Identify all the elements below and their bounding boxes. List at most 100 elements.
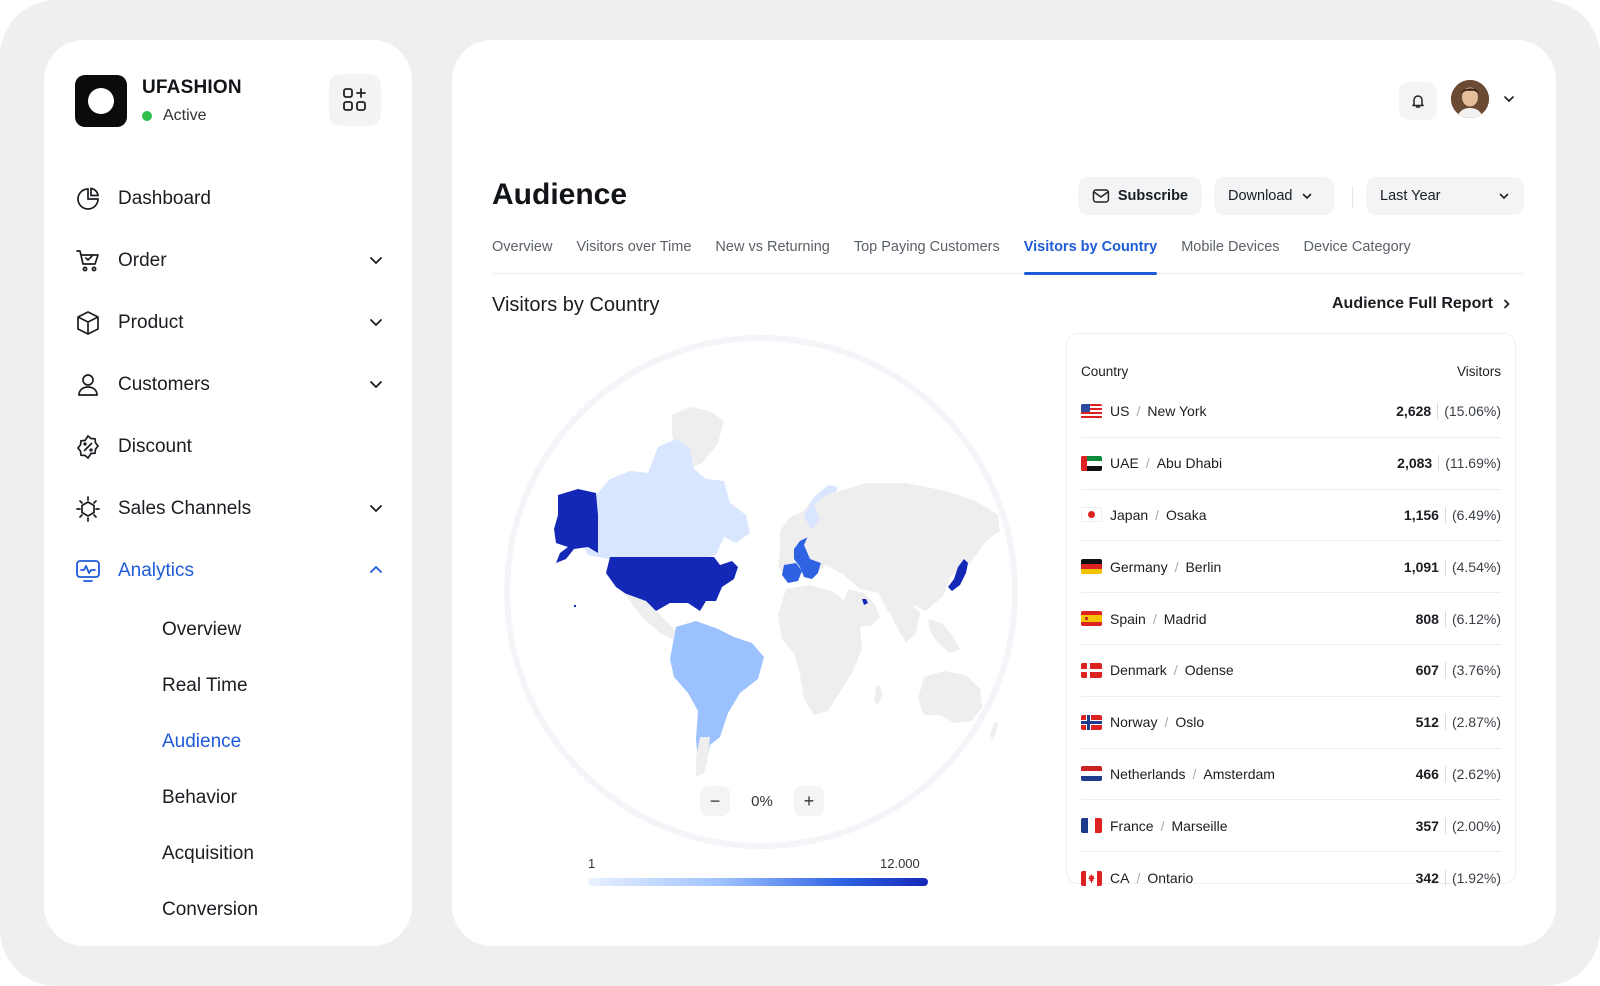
submenu-item-real-time[interactable]: Real Time [162, 658, 384, 714]
brand-logo [75, 75, 127, 127]
table-row[interactable]: US / New York 2,628 (15.06%) [1081, 386, 1501, 438]
column-header-country: Country [1081, 364, 1129, 379]
brand-status: Active [142, 107, 242, 125]
flag-dk-icon [1081, 662, 1102, 678]
analytics-submenu: Overview Real Time Audience Behavior Acq… [74, 602, 384, 938]
table-row[interactable]: Spain / Madrid 808 (6.12%) [1081, 593, 1501, 645]
tab-mobile-devices[interactable]: Mobile Devices [1181, 236, 1279, 274]
row-percentage: (2.00%) [1451, 817, 1501, 834]
sidebar-item-analytics[interactable]: Analytics [74, 540, 384, 602]
sidebar-item-dashboard[interactable]: Dashboard [74, 168, 384, 230]
row-country: UAE [1110, 455, 1139, 472]
chevron-right-icon [1504, 299, 1510, 309]
table-row[interactable]: CA / Ontario 342 (1.92%) [1081, 852, 1501, 904]
divider [1444, 662, 1446, 679]
sidebar-item-label: Customers [118, 374, 210, 395]
sidebar-item-label: Product [118, 312, 184, 333]
row-separator: / [1173, 662, 1178, 679]
submenu-item-overview[interactable]: Overview [162, 602, 384, 658]
brand: UFASHION Active [75, 75, 242, 127]
row-visitors: 1,156 [1403, 506, 1439, 523]
row-visitors: 2,628 [1396, 403, 1432, 420]
map-zoom-controls: − 0% + [700, 786, 824, 816]
period-select[interactable]: Last Year [1366, 177, 1524, 215]
tab-top-paying-customers[interactable]: Top Paying Customers [854, 236, 1000, 274]
row-visitors: 466 [1415, 765, 1439, 782]
table-row[interactable]: France / Marseille 357 (2.00%) [1081, 800, 1501, 853]
row-city: Berlin [1185, 558, 1222, 575]
main-panel: Audience Subscribe Download Last Year Ov… [452, 40, 1556, 946]
row-city: Odense [1184, 662, 1234, 679]
flag-ca-icon [1081, 870, 1102, 886]
sidebar-item-discount[interactable]: Discount [74, 416, 384, 478]
chevron-up-icon[interactable] [368, 562, 384, 584]
row-percentage: (6.12%) [1451, 610, 1501, 627]
full-report-link[interactable]: Audience Full Report [1332, 295, 1513, 313]
row-country: US [1110, 403, 1130, 420]
submenu-item-acquisition[interactable]: Acquisition [162, 826, 384, 882]
chevron-down-icon[interactable] [368, 500, 384, 522]
pie-chart-icon [74, 185, 102, 213]
subscribe-button[interactable]: Subscribe [1078, 177, 1202, 215]
submenu-item-conversion[interactable]: Conversion [162, 882, 384, 938]
submenu-item-audience[interactable]: Audience [162, 714, 384, 770]
table-row[interactable]: UAE / Abu Dhabi 2,083 (11.69%) [1081, 438, 1501, 490]
row-country: Netherlands [1110, 765, 1186, 782]
zoom-out-button[interactable]: − [700, 786, 730, 816]
sidebar-nav: Dashboard Order Product Customers Discou… [74, 168, 384, 938]
cart-icon [74, 247, 102, 275]
row-separator: / [1174, 558, 1179, 575]
row-city: Ontario [1147, 870, 1194, 887]
chevron-down-icon[interactable] [368, 314, 384, 336]
tab-overview[interactable]: Overview [492, 236, 552, 274]
zoom-in-button[interactable]: + [794, 786, 824, 816]
table-row[interactable]: Japan / Osaka 1,156 (6.49%) [1081, 490, 1501, 542]
channels-icon [74, 495, 102, 523]
row-percentage: (15.06%) [1444, 403, 1501, 420]
sidebar-item-customers[interactable]: Customers [74, 354, 384, 416]
avatar[interactable] [1451, 80, 1489, 118]
row-visitors: 2,083 [1397, 455, 1433, 472]
row-separator: / [1136, 870, 1141, 887]
account-menu-chevron-icon[interactable] [1502, 92, 1516, 111]
row-visitors: 607 [1415, 662, 1439, 679]
row-city: New York [1147, 403, 1207, 420]
table-row[interactable]: Netherlands / Amsterdam 466 (2.62%) [1081, 749, 1501, 801]
table-row[interactable]: Germany / Berlin 1,091 (4.54%) [1081, 541, 1501, 594]
sidebar-item-label: Discount [118, 436, 192, 457]
flag-ae-icon [1081, 455, 1102, 471]
chevron-down-icon[interactable] [368, 376, 384, 398]
sidebar-item-product[interactable]: Product [74, 292, 384, 354]
download-dropdown[interactable]: Download [1214, 177, 1334, 215]
table-row[interactable]: Norway / Oslo 512 (2.87%) [1081, 697, 1501, 749]
submenu-item-behavior[interactable]: Behavior [162, 770, 384, 826]
apps-button[interactable] [329, 74, 381, 126]
brand-status-label: Active [163, 107, 207, 124]
bell-icon [1412, 95, 1424, 108]
flag-fr-icon [1081, 818, 1102, 834]
world-map[interactable] [504, 335, 1018, 849]
country-table: Country Visitors US / New York 2,628 (15… [1066, 333, 1516, 887]
tab-visitors-over-time[interactable]: Visitors over Time [576, 236, 691, 274]
status-dot-icon [142, 111, 152, 121]
row-separator: / [1136, 403, 1141, 420]
mail-icon [1092, 189, 1110, 203]
tab-new-vs-returning[interactable]: New vs Returning [715, 236, 829, 274]
legend-min-label: 1 [588, 856, 596, 871]
sidebar-item-sales-channels[interactable]: Sales Channels [74, 478, 384, 540]
row-visitors: 512 [1415, 714, 1439, 731]
tab-device-category[interactable]: Device Category [1304, 236, 1411, 274]
subscribe-label: Subscribe [1117, 188, 1188, 204]
flag-de-icon [1081, 559, 1102, 575]
row-separator: / [1192, 765, 1197, 782]
map-region-hawaii [574, 605, 576, 607]
sidebar-item-order[interactable]: Order [74, 230, 384, 292]
legend-gradient-bar [588, 878, 928, 886]
tab-visitors-by-country[interactable]: Visitors by Country [1023, 236, 1158, 275]
table-row[interactable]: Denmark / Odense 607 (3.76%) [1081, 645, 1501, 697]
notifications-button[interactable] [1399, 82, 1437, 120]
row-percentage: (1.92%) [1451, 870, 1501, 887]
chevron-down-icon[interactable] [368, 252, 384, 274]
divider [1438, 455, 1440, 472]
apps-plus-icon [343, 88, 366, 111]
